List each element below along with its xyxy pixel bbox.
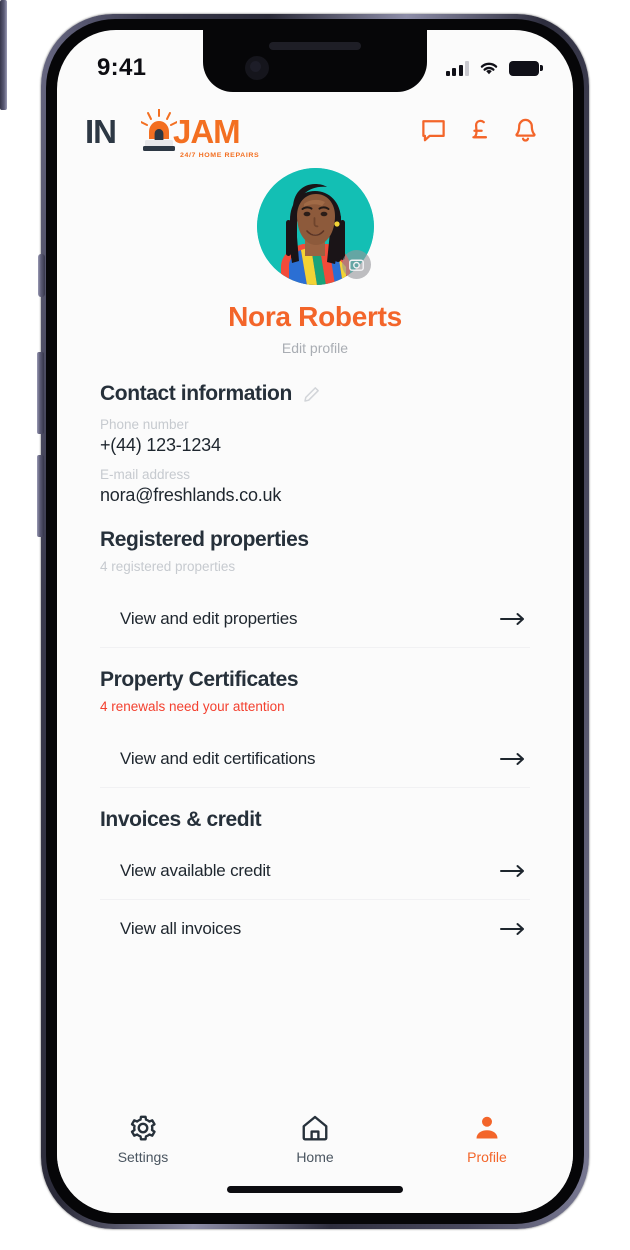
profile-header: Nora Roberts Edit profile [57,168,573,356]
volume-down-button[interactable] [37,455,44,537]
section-title-text: Invoices & credit [100,808,262,831]
notch [203,30,427,92]
chat-icon[interactable] [420,117,447,144]
app-header: IN JAM 24/7 HOME REPAIRS [57,92,573,168]
battery-icon [509,60,543,76]
phone-screen: 9:41 IN JAM 24/7 HOME REPAIRS Nora Rober… [57,30,573,1213]
row-label: View available credit [120,860,271,880]
section-title-text: Contact information [100,382,292,405]
bottom-tab-bar: Settings Home Profile [57,1101,573,1213]
status-time: 9:41 [97,54,147,81]
volume-up-button[interactable] [37,352,44,434]
tab-label: Home [296,1149,334,1165]
field-label: E-mail address [100,467,191,482]
signal-bars-icon [445,60,469,76]
section-title: Property Certificates [100,668,530,692]
section-property-certificates: Property Certificates 4 renewals need yo… [100,668,530,788]
tab-label: Profile [467,1149,507,1165]
section-subtitle: 4 registered properties [100,559,236,574]
profile-name: Nora Roberts [228,301,402,332]
arrow-right-icon [500,752,524,765]
arrow-right-icon [500,923,524,935]
section-title: Registered properties [100,528,530,552]
avatar-wrapper[interactable] [256,168,374,285]
pound-icon[interactable] [466,117,493,144]
section-contact-information: Contact information Phone number +(44) 1… [100,382,530,506]
screenshot-root: 9:41 IN JAM 24/7 HOME REPAIRS Nora Rober… [0,0,630,1250]
arrow-right-icon [500,612,524,625]
section-title-text: Property Certificates [100,668,299,691]
logo-tagline: 24/7 HOME REPAIRS [180,152,260,159]
header-icon-group [420,117,539,144]
tab-settings[interactable]: Settings [58,1113,228,1165]
section-title-text: Registered properties [100,528,309,551]
row-view-available-credit[interactable]: View available credit [100,842,530,900]
house-icon [302,1115,328,1141]
logo-text-jam: JAM [173,113,241,150]
field-value: +(44) 123-1234 [100,435,221,455]
section-invoices-credit: Invoices & credit View available credit … [100,808,530,958]
profile-content: Contact information Phone number +(44) 1… [57,382,573,958]
row-view-and-edit-properties[interactable]: View and edit properties [100,590,530,648]
logo-text-in: IN [85,113,117,150]
section-subtitle-alert: 4 renewals need your attention [100,699,285,714]
tab-profile[interactable]: Profile [402,1113,572,1165]
siren-beacon-icon [141,109,177,151]
mute-switch[interactable] [38,254,45,297]
row-label: View and edit certifications [120,748,316,768]
edit-profile-link[interactable]: Edit profile [57,340,573,356]
gear-icon [130,1115,156,1141]
home-indicator[interactable] [227,1186,403,1193]
field-value: nora@freshlands.co.uk [100,485,282,505]
tab-label: Settings [117,1149,169,1165]
tab-home[interactable]: Home [230,1113,400,1165]
row-view-and-edit-certifications[interactable]: View and edit certifications [100,730,530,788]
power-button[interactable] [0,0,7,110]
pencil-icon[interactable] [302,385,321,404]
app-logo[interactable]: IN JAM 24/7 HOME REPAIRS [85,99,259,161]
arrow-right-icon [500,864,524,877]
camera-icon[interactable] [341,250,371,279]
section-title: Invoices & credit [100,808,530,832]
field-phone-number: Phone number +(44) 123-1234 [100,417,530,456]
row-view-all-invoices[interactable]: View all invoices [100,900,530,958]
person-icon [476,1116,498,1139]
status-indicators [445,60,543,76]
row-label: View and edit properties [120,608,298,628]
bell-icon[interactable] [512,117,539,144]
section-title: Contact information [100,382,530,406]
section-registered-properties: Registered properties 4 registered prope… [100,528,530,648]
field-label: Phone number [100,417,189,432]
front-camera [245,56,269,80]
wifi-icon [480,62,498,75]
field-email-address: E-mail address nora@freshlands.co.uk [100,467,530,506]
earpiece-speaker [269,42,361,50]
row-label: View all invoices [120,919,242,938]
